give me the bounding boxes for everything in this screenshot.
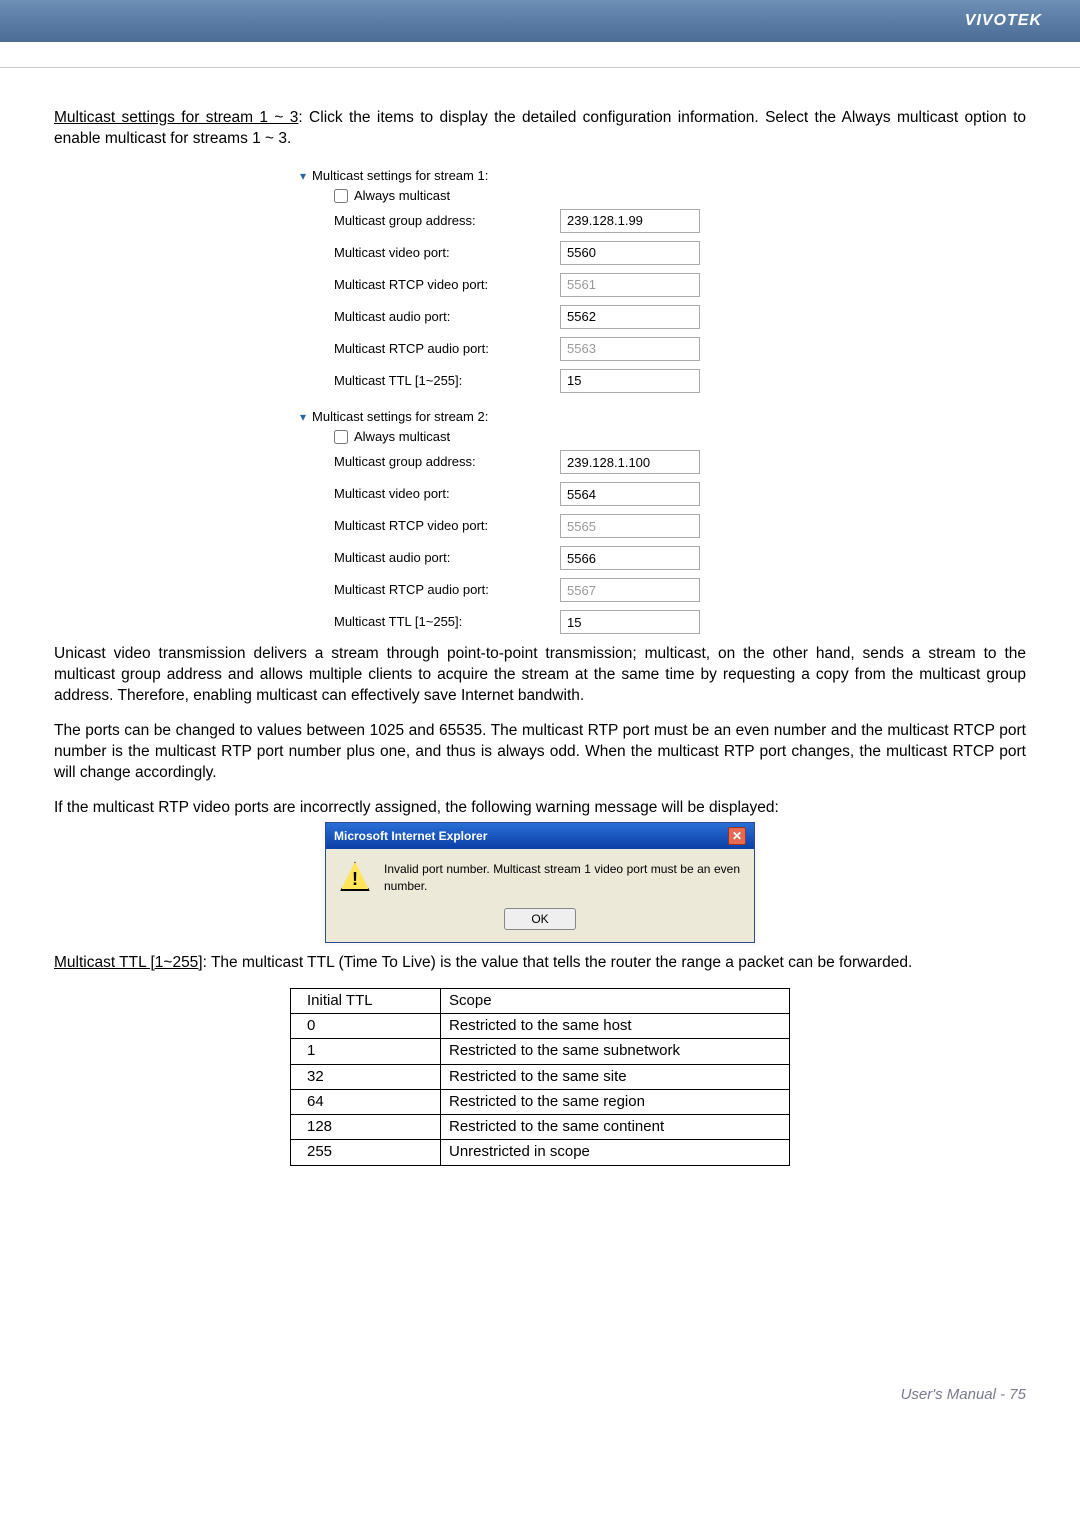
dialog-title: Microsoft Internet Explorer [334, 828, 487, 844]
table-header-scope: Scope [441, 988, 790, 1013]
sub-band [0, 42, 1080, 68]
input-group-addr-1[interactable] [560, 209, 700, 233]
input-audio-port-2[interactable] [560, 546, 700, 570]
stream2-header[interactable]: ▾ Multicast settings for stream 2: [300, 405, 780, 429]
table-row: Initial TTL Scope [291, 988, 790, 1013]
stream1-title: Multicast settings for stream 1: [312, 167, 488, 185]
brand-label: VIVOTEK [965, 12, 1042, 30]
stream2-title: Multicast settings for stream 2: [312, 408, 488, 426]
input-rtcp-video-2 [560, 514, 700, 538]
footer: User's Manual - 75 [0, 1386, 1080, 1423]
label-rtcp-video: Multicast RTCP video port: [300, 276, 560, 294]
ttl-table: Initial TTL Scope 0Restricted to the sam… [290, 988, 790, 1166]
ok-button[interactable]: OK [504, 908, 576, 930]
unicast-paragraph: Unicast video transmission delivers a st… [54, 644, 1026, 707]
input-ttl-2[interactable] [560, 610, 700, 634]
table-row: 32Restricted to the same site [291, 1064, 790, 1089]
content: Multicast settings for stream 1 ~ 3: Cli… [0, 108, 1080, 1166]
input-ttl-1[interactable] [560, 369, 700, 393]
ttl-rest: : The multicast TTL (Time To Live) is th… [203, 954, 913, 971]
label-rtcp-audio: Multicast RTCP audio port: [300, 581, 560, 599]
warning-dialog: Microsoft Internet Explorer ✕ ! Invalid … [325, 822, 755, 942]
ttl-paragraph: Multicast TTL [1~255]: The multicast TTL… [54, 953, 1026, 974]
label-audio-port: Multicast audio port: [300, 549, 560, 567]
warning-paragraph: If the multicast RTP video ports are inc… [54, 798, 1026, 819]
table-row: 0Restricted to the same host [291, 1014, 790, 1039]
page-number: User's Manual - 75 [901, 1386, 1026, 1403]
always-multicast-label: Always multicast [354, 187, 450, 205]
label-audio-port: Multicast audio port: [300, 308, 560, 326]
header-band: VIVOTEK [0, 0, 1080, 42]
table-row: 128Restricted to the same continent [291, 1115, 790, 1140]
ttl-underline: Multicast TTL [1~255] [54, 954, 203, 971]
warning-icon: ! [340, 861, 370, 891]
always-multicast-checkbox-2[interactable] [334, 430, 348, 444]
close-icon[interactable]: ✕ [728, 827, 746, 845]
table-row: 64Restricted to the same region [291, 1089, 790, 1114]
input-video-port-2[interactable] [560, 482, 700, 506]
label-rtcp-video: Multicast RTCP video port: [300, 517, 560, 535]
label-ttl: Multicast TTL [1~255]: [300, 372, 560, 390]
table-row: 255Unrestricted in scope [291, 1140, 790, 1165]
label-video-port: Multicast video port: [300, 485, 560, 503]
label-group-addr: Multicast group address: [300, 212, 560, 230]
label-group-addr: Multicast group address: [300, 453, 560, 471]
intro-paragraph: Multicast settings for stream 1 ~ 3: Cli… [54, 108, 1026, 150]
chevron-down-icon: ▾ [300, 168, 306, 184]
label-video-port: Multicast video port: [300, 244, 560, 262]
multicast-panel-stream2: ▾ Multicast settings for stream 2: Alway… [300, 405, 780, 638]
label-ttl: Multicast TTL [1~255]: [300, 613, 560, 631]
input-rtcp-audio-1 [560, 337, 700, 361]
always-multicast-checkbox-1[interactable] [334, 189, 348, 203]
always-multicast-label: Always multicast [354, 428, 450, 446]
table-header-ttl: Initial TTL [291, 988, 441, 1013]
input-rtcp-audio-2 [560, 578, 700, 602]
multicast-panel-stream1: ▾ Multicast settings for stream 1: Alway… [300, 164, 780, 397]
label-rtcp-audio: Multicast RTCP audio port: [300, 340, 560, 358]
input-group-addr-2[interactable] [560, 450, 700, 474]
input-rtcp-video-1 [560, 273, 700, 297]
stream1-header[interactable]: ▾ Multicast settings for stream 1: [300, 164, 780, 188]
dialog-titlebar: Microsoft Internet Explorer ✕ [326, 823, 754, 849]
dialog-message: Invalid port number. Multicast stream 1 … [384, 861, 740, 893]
intro-underline: Multicast settings for stream 1 ~ 3 [54, 109, 298, 126]
chevron-down-icon: ▾ [300, 409, 306, 425]
ports-paragraph: The ports can be changed to values betwe… [54, 721, 1026, 784]
input-audio-port-1[interactable] [560, 305, 700, 329]
input-video-port-1[interactable] [560, 241, 700, 265]
table-row: 1Restricted to the same subnetwork [291, 1039, 790, 1064]
